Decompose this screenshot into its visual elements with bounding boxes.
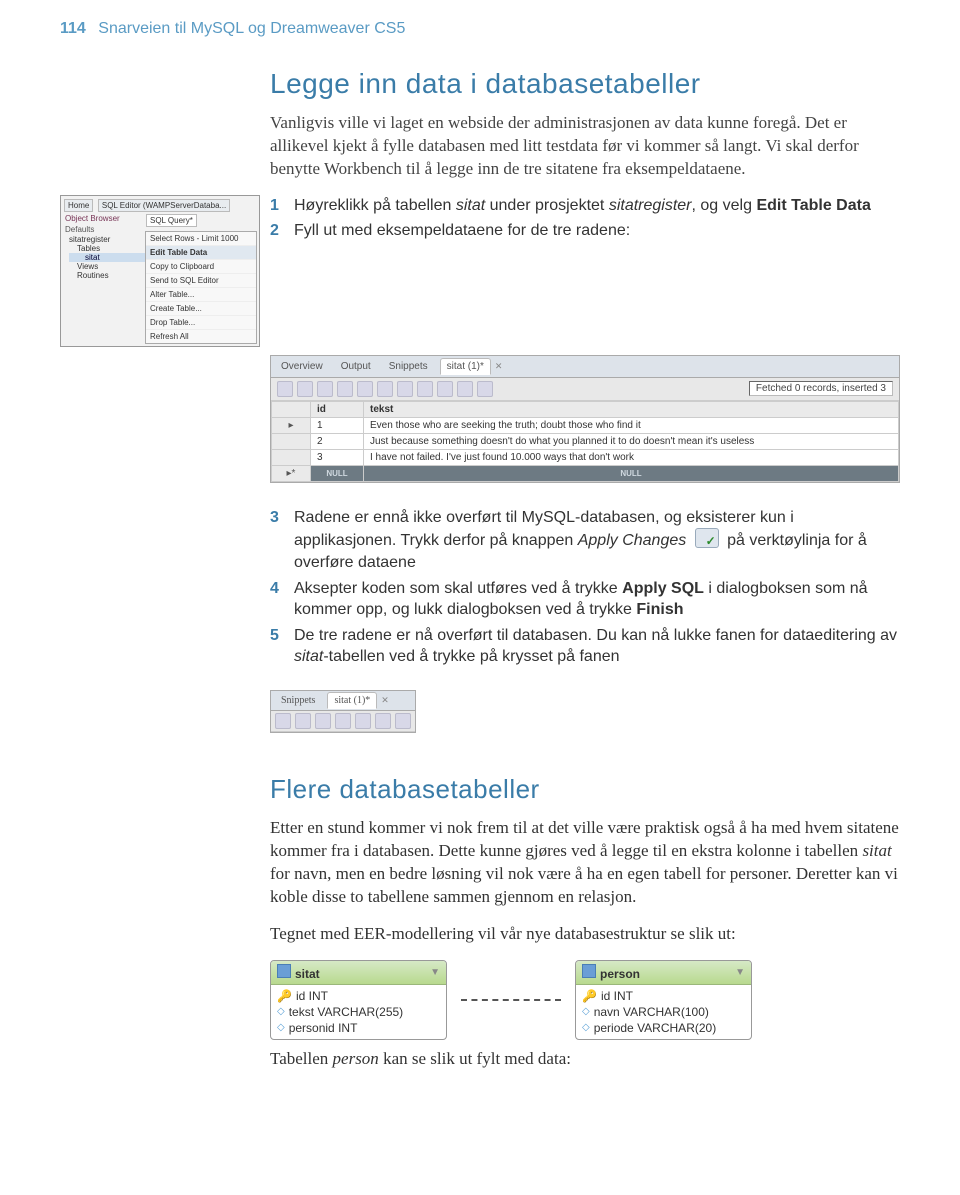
step1-num: 1 <box>270 195 279 217</box>
tab-snippets2: Snippets <box>275 693 321 708</box>
diamond-icon: ◇ <box>277 1022 285 1033</box>
tab-snippets: Snippets <box>383 359 434 374</box>
context-menu: Select Rows - Limit 1000 Edit Table Data… <box>145 231 257 344</box>
tab-output: Output <box>335 359 377 374</box>
cell-tekst: Just because something doesn't do what y… <box>364 433 899 449</box>
eer-diagram: sitat ▼ 🔑id INT ◇tekst VARCHAR(255) ◇per… <box>270 960 900 1040</box>
tab-sitat: sitat (1)* <box>440 358 491 375</box>
defaults-label: Defaults <box>63 224 145 235</box>
diamond-icon: ◇ <box>582 1022 590 1033</box>
page-header: 114 Snarveien til MySQL og Dreamweaver C… <box>60 20 900 38</box>
workbench-grid-figure: Overview Output Snippets sitat (1)* ✕ Fe… <box>270 355 900 483</box>
cell-id: 3 <box>311 449 364 465</box>
null-cell: NULL <box>364 465 899 481</box>
table-icon <box>582 964 596 978</box>
workbench-left-figure: Home SQL Editor (WAMPServerDataba... Obj… <box>60 195 260 347</box>
object-browser: Object Browser <box>63 213 145 224</box>
page-number: 114 <box>60 20 86 37</box>
step3-num: 3 <box>270 507 279 529</box>
ctx-send: Send to SQL Editor <box>146 274 256 288</box>
apply-changes-icon <box>695 528 719 548</box>
ctx-drop: Drop Table... <box>146 316 256 330</box>
toolbar-icon <box>417 381 433 397</box>
step5: 5 De tre radene er nå overført til datab… <box>270 625 900 668</box>
ctx-create: Create Table... <box>146 302 256 316</box>
step2-num: 2 <box>270 220 279 242</box>
triangle-icon: ▼ <box>735 967 745 978</box>
tree-db: sitatregister <box>69 235 145 244</box>
toolbar-icon <box>337 381 353 397</box>
toolbar-icon <box>315 713 331 729</box>
eer-relation-line <box>461 999 561 1001</box>
toolbar-icon <box>397 381 413 397</box>
col-tekst: tekst <box>364 401 899 417</box>
step1: 1 Høyreklikk på tabellen sitat under pro… <box>270 195 900 217</box>
eer-table-person: person ▼ 🔑id INT ◇navn VARCHAR(100) ◇per… <box>575 960 752 1040</box>
eer-table-sitat: sitat ▼ 🔑id INT ◇tekst VARCHAR(255) ◇per… <box>270 960 447 1040</box>
ctx-select-rows: Select Rows - Limit 1000 <box>146 232 256 246</box>
section1-intro: Vanligvis ville vi laget en webside der … <box>270 112 900 181</box>
ctx-edit-table: Edit Table Data <box>146 246 256 260</box>
toolbar-icon <box>297 381 313 397</box>
key-icon: 🔑 <box>582 989 597 1003</box>
toolbar-icon <box>277 381 293 397</box>
toolbar-icon <box>437 381 453 397</box>
toolbar-icon <box>357 381 373 397</box>
ctx-refresh: Refresh All <box>146 330 256 343</box>
tree-routines: Routines <box>69 271 145 280</box>
null-cell: NULL <box>311 465 364 481</box>
diamond-icon: ◇ <box>277 1006 285 1017</box>
tree-views: Views <box>69 262 145 271</box>
server-tab: SQL Editor (WAMPServerDataba... <box>98 199 230 212</box>
tree-tables: Tables <box>69 244 145 253</box>
step3: 3 Radene er ennå ikke overført til MySQL… <box>270 507 900 574</box>
sql-query-tab: SQL Query* <box>146 214 197 227</box>
section2-p2: Tegnet med EER-modellering vil vår nye d… <box>270 923 900 946</box>
tree-sitat: sitat <box>69 253 145 262</box>
col-id: id <box>311 401 364 417</box>
running-title: Snarveien til MySQL og Dreamweaver CS5 <box>98 20 405 37</box>
toolbar-icon <box>355 713 371 729</box>
step4: 4 Aksepter koden som skal utføres ved å … <box>270 578 900 621</box>
section2-p1: Etter en stund kommer vi nok frem til at… <box>270 817 900 909</box>
home-tab: Home <box>64 199 93 212</box>
cell-tekst: Even those who are seeking the truth; do… <box>364 417 899 433</box>
ctx-copy: Copy to Clipboard <box>146 260 256 274</box>
cell-id: 1 <box>311 417 364 433</box>
toolbar-icon <box>375 713 391 729</box>
section2-p3: Tabellen person kan se slik ut fylt med … <box>270 1048 900 1071</box>
toolbar-icon <box>275 713 291 729</box>
ctx-alter: Alter Table... <box>146 288 256 302</box>
toolbar-icon <box>395 713 411 729</box>
section1-title: Legge inn data i databasetabeller <box>270 68 900 100</box>
tab-sitat2: sitat (1)* <box>327 692 377 709</box>
toolbar-icon <box>477 381 493 397</box>
close-icon: ✕ <box>381 695 389 706</box>
toolbar-icon <box>335 713 351 729</box>
toolbar-icon <box>457 381 473 397</box>
triangle-icon: ▼ <box>430 967 440 978</box>
toolbar-icon <box>295 713 311 729</box>
tab-overview: Overview <box>275 359 329 374</box>
table-icon <box>277 964 291 978</box>
step4-num: 4 <box>270 578 279 600</box>
small-tabs-figure: Snippets sitat (1)* ✕ <box>270 690 416 733</box>
key-icon: 🔑 <box>277 989 292 1003</box>
toolbar-icon <box>317 381 333 397</box>
section2-title: Flere databasetabeller <box>270 774 900 805</box>
step2: 2 Fyll ut med eksempeldataene for de tre… <box>270 220 900 242</box>
close-icon: ✕ <box>495 361 503 372</box>
cell-tekst: I have not failed. I've just found 10.00… <box>364 449 899 465</box>
cell-id: 2 <box>311 433 364 449</box>
fetched-status: Fetched 0 records, inserted 3 <box>749 381 893 396</box>
toolbar-icon <box>377 381 393 397</box>
step5-num: 5 <box>270 625 279 647</box>
diamond-icon: ◇ <box>582 1006 590 1017</box>
